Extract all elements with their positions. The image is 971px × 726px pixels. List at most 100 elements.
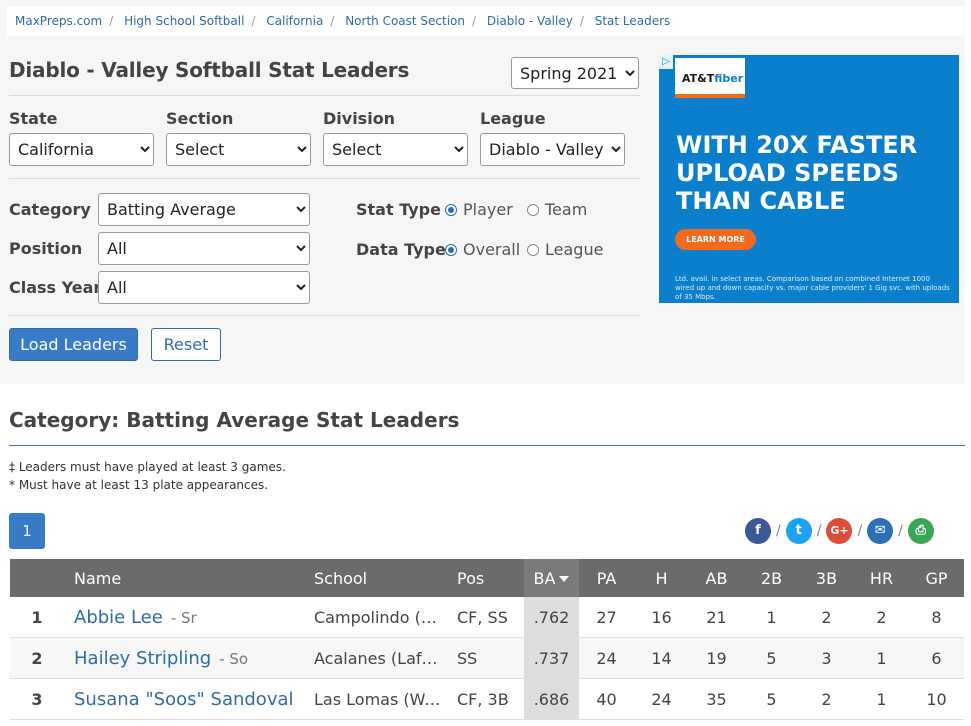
ad-headline: WITH 20X FASTER UPLOAD SPEEDS THAN CABLE: [676, 131, 918, 215]
col-3b[interactable]: 3B: [799, 559, 854, 597]
advertisement[interactable]: ▷ AT&Tfiber WITH 20X FASTER UPLOAD SPEED…: [659, 55, 959, 303]
row-school[interactable]: Las Lomas (Walnut Creek): [312, 678, 447, 720]
section-label: Section: [166, 109, 234, 128]
col-ba[interactable]: BA: [524, 559, 579, 597]
col-school[interactable]: School: [312, 559, 447, 597]
table-row: 3 Susana "Soos" Sandoval Las Lomas (Waln…: [10, 678, 964, 720]
row-gp: 6: [909, 637, 964, 679]
divider: [9, 315, 640, 316]
breadcrumb-high-school-softball[interactable]: High School Softball: [124, 14, 244, 28]
col-pos[interactable]: Pos: [447, 559, 524, 597]
row-pos: SS: [447, 637, 524, 679]
state-select[interactable]: California: [9, 133, 154, 166]
row-player: Susana "Soos" Sandoval: [64, 678, 312, 720]
row-ba: .762: [524, 597, 579, 638]
position-label: Position: [9, 239, 83, 258]
row-3b: 2: [799, 597, 854, 638]
row-h: 16: [634, 597, 689, 638]
row-h: 14: [634, 637, 689, 679]
stat-type-team-radio[interactable]: Team: [527, 200, 587, 219]
stat-type-player-radio[interactable]: Player: [445, 200, 513, 219]
stat-leaders-table: Name School Pos BA PA H AB 2B 3B HR GP 1…: [10, 559, 964, 720]
col-hr[interactable]: HR: [854, 559, 909, 597]
division-label: Division: [323, 109, 396, 128]
player-link[interactable]: Hailey Stripling: [74, 648, 211, 669]
att-fiber-logo: AT&Tfiber: [675, 58, 745, 98]
row-hr: 2: [854, 597, 909, 638]
class-year-label: Class Year: [9, 278, 102, 297]
google-plus-icon[interactable]: G+: [826, 518, 853, 544]
row-pa: 40: [579, 678, 634, 720]
season-select[interactable]: Spring 2021: [511, 57, 639, 89]
row-player: Abbie Lee - Sr: [64, 597, 312, 638]
table-header-row: Name School Pos BA PA H AB 2B 3B HR GP: [10, 559, 964, 597]
row-3b: 3: [799, 637, 854, 679]
leaders-note-plate-appearances: * Must have at least 13 plate appearance…: [9, 478, 269, 492]
row-pa: 24: [579, 637, 634, 679]
row-school[interactable]: Campolindo (Moraga): [312, 597, 447, 638]
col-pa[interactable]: PA: [579, 559, 634, 597]
data-type-label: Data Type: [356, 240, 446, 259]
ad-learn-more-button[interactable]: LEARN MORE: [675, 229, 756, 250]
row-school[interactable]: Acalanes (Lafayette): [312, 637, 447, 679]
print-icon[interactable]: ⎙: [907, 518, 934, 544]
table-row: 2 Hailey Stripling - So Acalanes (Lafayet…: [10, 637, 964, 679]
twitter-icon[interactable]: t: [785, 518, 812, 544]
breadcrumb-maxpreps[interactable]: MaxPreps.com: [15, 14, 102, 28]
class-year-select[interactable]: All: [98, 271, 310, 304]
row-gp: 10: [909, 678, 964, 720]
player-class-year: - So: [219, 649, 249, 668]
row-hr: 1: [854, 637, 909, 679]
leaders-note-games: ‡ Leaders must have played at least 3 ga…: [9, 460, 286, 474]
breadcrumb-california[interactable]: California: [266, 14, 323, 28]
facebook-icon[interactable]: f: [745, 518, 771, 544]
divider: [9, 95, 640, 96]
col-name[interactable]: Name: [64, 559, 312, 597]
col-ab[interactable]: AB: [689, 559, 744, 597]
row-ba: .737: [524, 637, 579, 679]
breadcrumb-stat-leaders[interactable]: Stat Leaders: [595, 14, 671, 28]
row-rank: 2: [10, 637, 64, 679]
row-h: 24: [634, 678, 689, 720]
col-gp[interactable]: GP: [909, 559, 964, 597]
state-label: State: [9, 109, 58, 128]
data-type-league-radio[interactable]: League: [527, 240, 603, 259]
row-pa: 27: [579, 597, 634, 638]
email-icon[interactable]: ✉: [867, 518, 894, 544]
row-2b: 1: [744, 597, 799, 638]
category-title: Category: Batting Average Stat Leaders: [9, 408, 460, 432]
ad-choices-icon[interactable]: ▷: [659, 55, 673, 69]
player-class-year: - Sr: [170, 608, 197, 627]
player-link[interactable]: Abbie Lee: [74, 607, 163, 628]
reset-button[interactable]: Reset: [151, 328, 221, 361]
section-select[interactable]: Select: [166, 133, 311, 166]
row-pos: CF, 3B: [447, 678, 524, 720]
row-gp: 8: [909, 597, 964, 638]
row-3b: 2: [799, 678, 854, 720]
social-share-bar: f / t / G+ / ✉ / ⎙: [745, 518, 934, 544]
division-select[interactable]: Select: [323, 133, 468, 166]
stat-type-label: Stat Type: [356, 200, 441, 219]
row-ab: 35: [689, 678, 744, 720]
breadcrumb-diablo-valley[interactable]: Diablo - Valley: [487, 14, 573, 28]
breadcrumb-north-coast-section[interactable]: North Coast Section: [345, 14, 465, 28]
data-type-overall-radio[interactable]: Overall: [445, 240, 520, 259]
ad-fine-print: Ltd. avail. in select areas. Comparison …: [675, 275, 950, 301]
league-select[interactable]: Diablo - Valley: [480, 133, 625, 166]
col-h[interactable]: H: [634, 559, 689, 597]
row-rank: 3: [10, 678, 64, 720]
row-pos: CF, SS: [447, 597, 524, 638]
col-2b[interactable]: 2B: [744, 559, 799, 597]
load-leaders-button[interactable]: Load Leaders: [9, 328, 138, 361]
row-player: Hailey Stripling - So: [64, 637, 312, 679]
page-title: Diablo - Valley Softball Stat Leaders: [9, 58, 410, 82]
row-hr: 1: [854, 678, 909, 720]
col-rank: [10, 559, 64, 597]
position-select[interactable]: All: [98, 232, 310, 265]
player-link[interactable]: Susana "Soos" Sandoval: [74, 689, 294, 710]
category-underline: [9, 445, 965, 446]
category-select[interactable]: Batting Average: [98, 193, 310, 226]
row-rank: 1: [10, 597, 64, 638]
page-1-button[interactable]: 1: [9, 513, 45, 549]
row-ab: 19: [689, 637, 744, 679]
